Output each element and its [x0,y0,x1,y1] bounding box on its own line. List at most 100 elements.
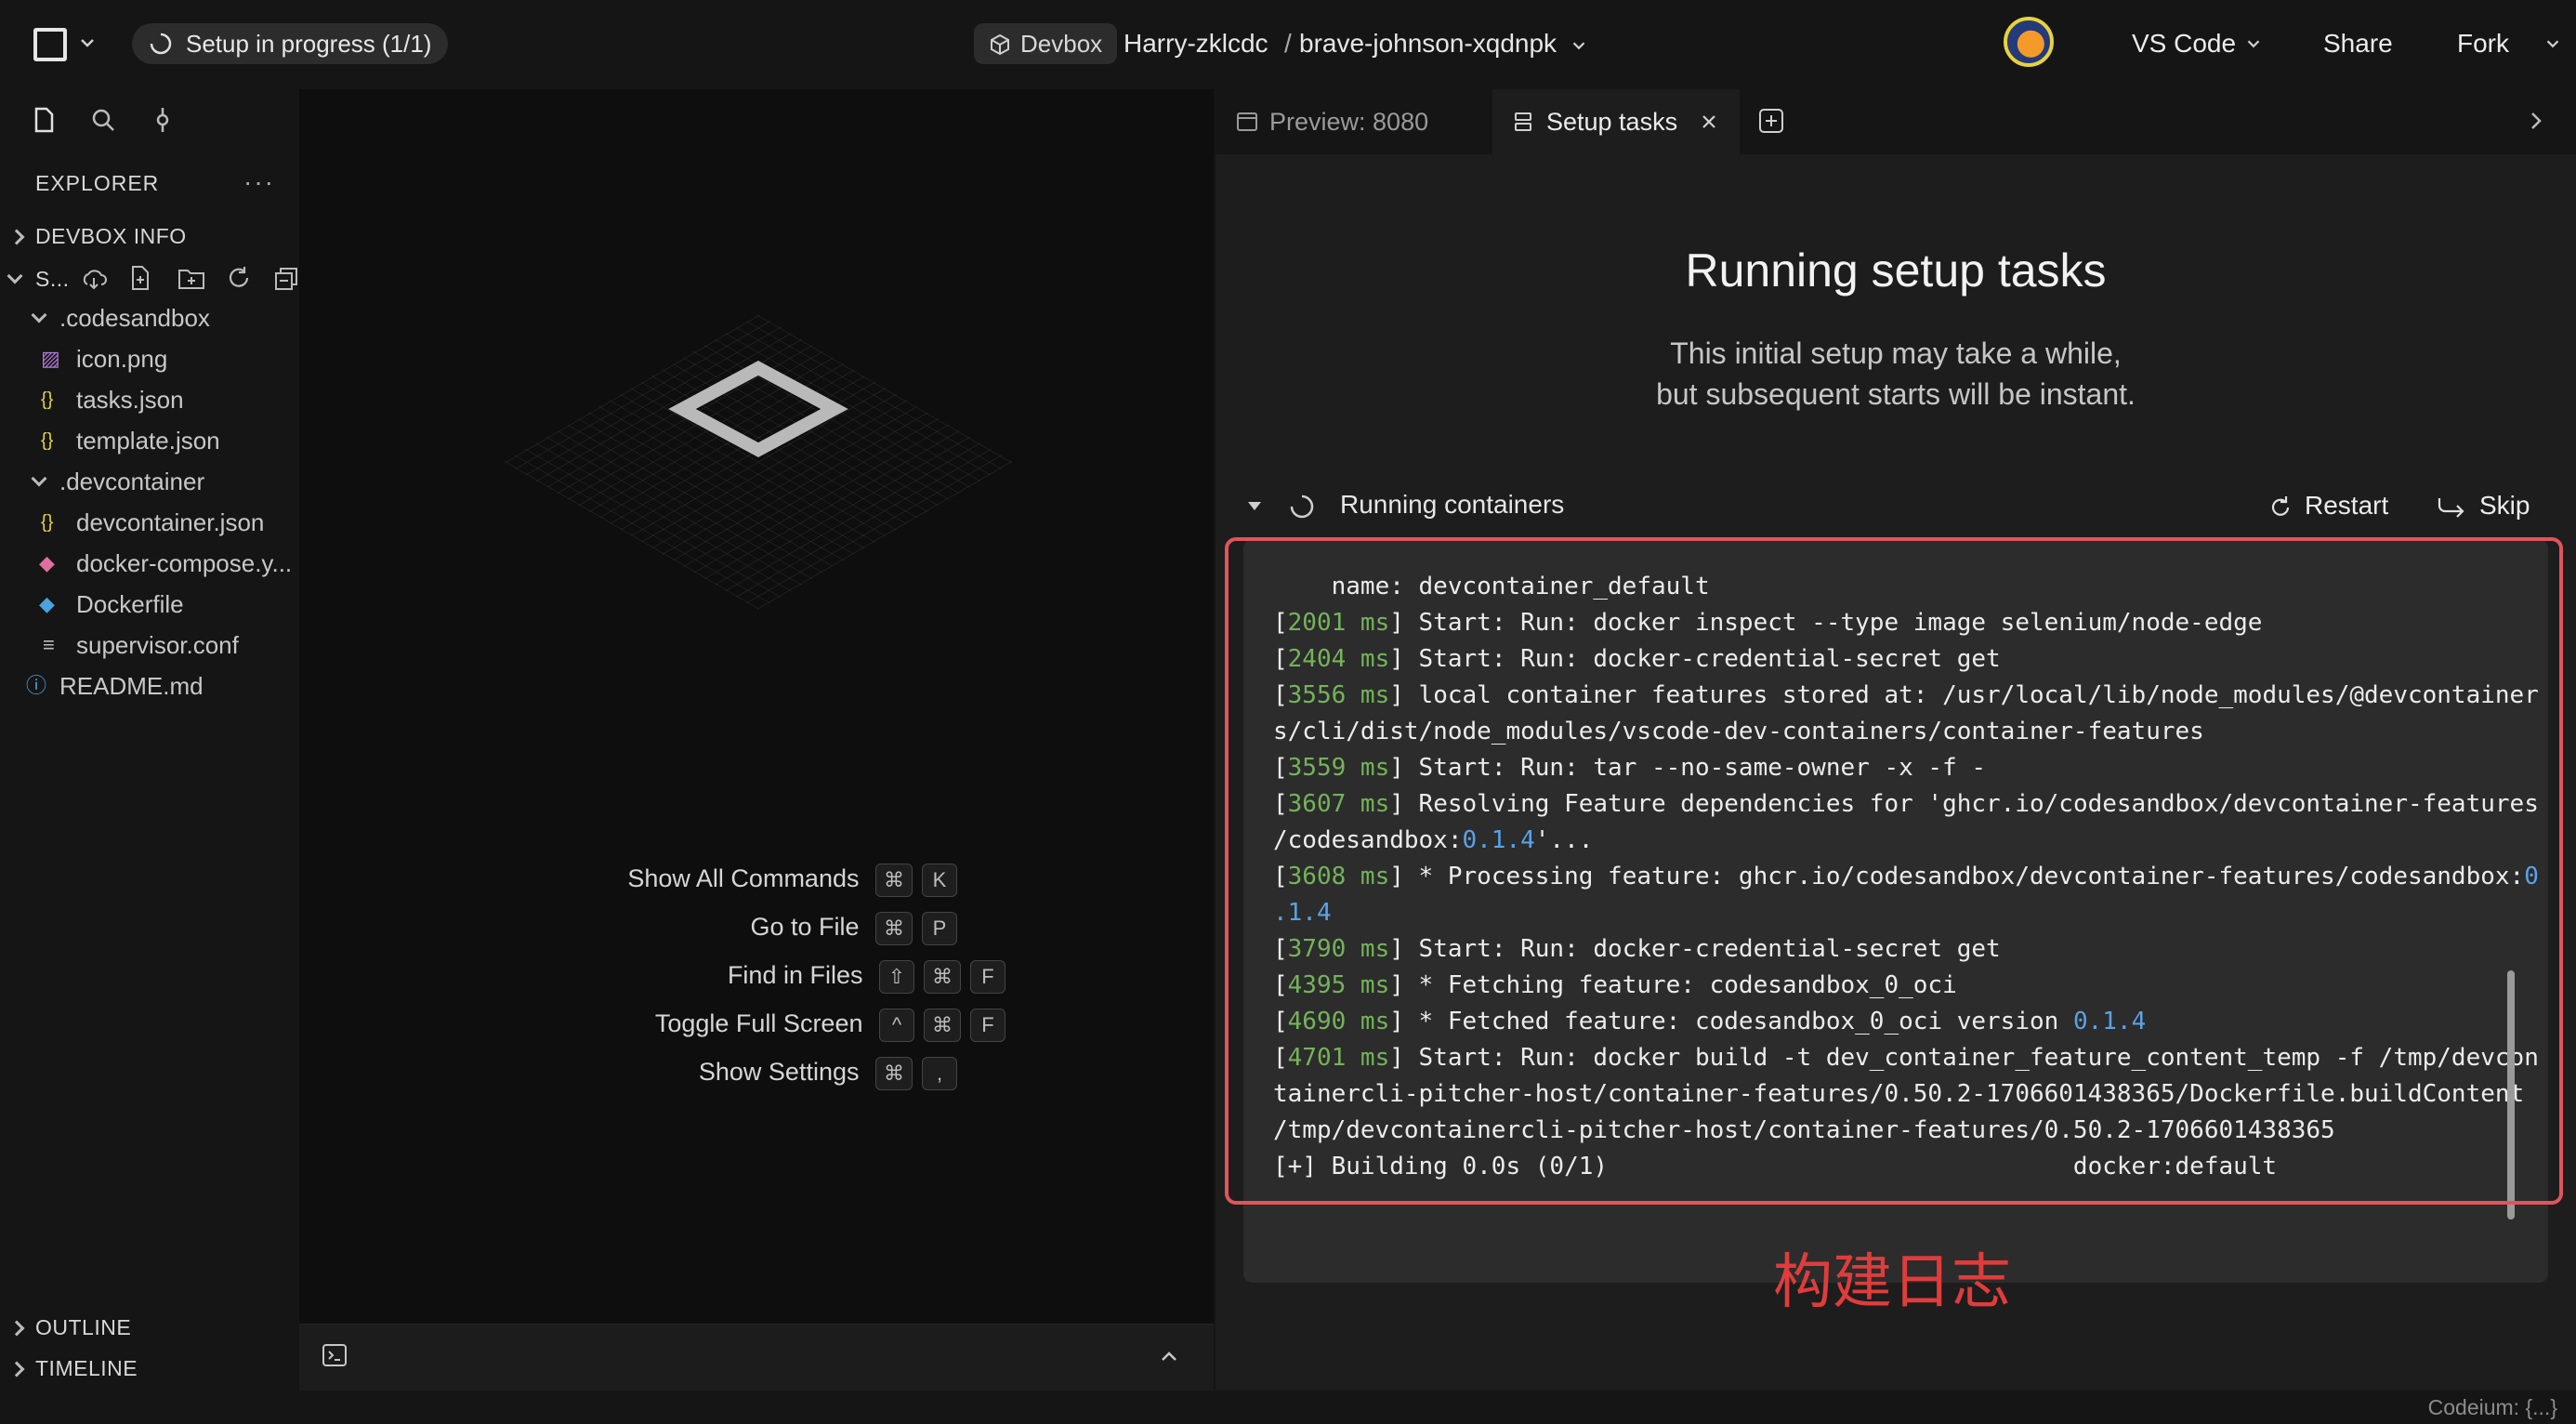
info-icon: ⓘ [26,674,47,697]
tree-file-devcontainer-json[interactable]: {} devcontainer.json [0,502,299,543]
share-button[interactable]: Share [2323,23,2393,64]
docker-icon: ◆ [39,592,55,615]
command-hint-toggle-full-screen[interactable]: Toggle Full Screen ^ ⌘ F [655,1005,1005,1042]
tree-file-dockerfile[interactable]: ◆ Dockerfile [0,584,299,625]
chevron-right-icon [8,1361,25,1378]
chevron-down-icon[interactable] [1569,35,1589,56]
collapse-all-icon[interactable] [273,266,299,292]
setup-description-line: This initial setup may take a while, [1670,336,2122,370]
chevron-right-icon[interactable] [2526,110,2546,132]
tree-file-tasks-json[interactable]: {} tasks.json [0,379,299,420]
status-codeium[interactable]: Codeium: {...} [2428,1395,2557,1420]
breadcrumb-owner[interactable]: Harry-zklcdc [1124,23,1268,64]
image-icon: ▨ [41,347,60,370]
setup-status-pill[interactable]: Setup in progress (1/1) [132,23,449,64]
key-cap: , [922,1056,957,1090]
avatar[interactable] [2004,17,2054,67]
tree-file-supervisor-conf[interactable]: ≡ supervisor.conf [0,625,299,666]
section-label: TIMELINE [35,1356,138,1380]
new-folder-icon[interactable] [177,264,206,292]
tab-label: Preview: 8080 [1269,108,1429,136]
task-name: Running containers [1340,490,1565,519]
tree-folder-devcontainer[interactable]: .devcontainer [0,461,299,502]
tree-item-label: icon.png [76,345,168,373]
command-label: Show All Commands [627,864,860,892]
chevron-down-icon [7,268,23,284]
build-log-annotation: 构建日志 [1773,1248,2011,1317]
key-cap: F [970,959,1005,994]
chevron-down-icon[interactable] [2543,33,2563,54]
tree-file-template-json[interactable]: {} template.json [0,420,299,461]
key-cap: ⇧ [879,959,914,994]
command-label: Toggle Full Screen [654,1009,863,1037]
editor-grid-logo [503,313,1014,611]
section-label: DEVBOX INFO [35,224,187,248]
tree-item-label: devcontainer.json [76,508,265,536]
tree-item-label: .devcontainer [59,468,205,495]
search-icon[interactable] [89,106,117,134]
key-cap: ⌘ [924,959,961,994]
fork-button[interactable]: Fork [2457,23,2509,64]
tab-label: Setup tasks [1546,108,1678,136]
editor-area [299,89,1214,1324]
skip-icon [2438,498,2464,518]
editor-select-button[interactable]: VS Code [2132,23,2236,64]
devbox-label: Devbox [1020,30,1103,58]
key-cap: F [970,1008,1005,1042]
browser-icon [1237,112,1257,131]
chevron-down-icon[interactable] [76,32,99,54]
tree-folder-codesandbox[interactable]: .codesandbox [0,297,299,338]
server-icon [1515,112,1531,131]
tab-preview[interactable]: Preview: 8080 [1216,89,1491,154]
tree-item-label: template.json [76,427,220,455]
cloud-download-icon[interactable] [80,266,108,292]
chevron-right-icon [8,229,25,245]
command-label: Find in Files [727,961,863,989]
close-icon[interactable] [1701,113,1717,130]
setup-description: This initial setup may take a while, but… [1216,333,2576,415]
tree-item-label: docker-compose.y... [76,549,293,577]
app-menu-icon[interactable] [33,28,67,61]
tree-item-label: supervisor.conf [76,631,239,659]
section-timeline[interactable]: TIMELINE [0,1348,299,1389]
key-cap: P [922,911,957,945]
section-label: OUTLINE [35,1315,132,1339]
command-label: Show Settings [698,1058,860,1086]
key-cap: ⌘ [924,1008,961,1042]
tree-file-icon-png[interactable]: ▨ icon.png [0,338,299,379]
key-cap: ^ [879,1008,914,1042]
tree-file-readme[interactable]: ⓘ README.md [0,666,299,706]
new-file-icon[interactable] [128,264,154,292]
command-hint-go-to-file[interactable]: Go to File ⌘ P [750,908,957,945]
restart-label: Restart [2305,491,2389,520]
command-hint-show-settings[interactable]: Show Settings ⌘, [699,1053,957,1090]
source-control-icon[interactable] [149,106,177,134]
more-icon[interactable]: ··· [243,167,275,197]
caret-down-icon[interactable] [1245,496,1264,515]
files-icon[interactable] [30,106,58,134]
chevron-up-icon[interactable] [1158,1346,1180,1368]
section-outline[interactable]: OUTLINE [0,1307,299,1348]
json-icon: {} [41,430,54,451]
command-label: Go to File [750,913,860,941]
command-hint-show-all[interactable]: Show All Commands ⌘ K [627,860,957,897]
setup-status-text: Setup in progress (1/1) [186,30,432,58]
key-cap: ⌘ [875,911,913,945]
command-hint-find-in-files[interactable]: Find in Files ⇧ ⌘ F [728,956,1005,994]
chevron-down-icon [31,470,47,487]
breadcrumb-project[interactable]: brave-johnson-xqdnpk [1299,23,1557,64]
chevron-down-icon[interactable] [2243,33,2264,54]
refresh-icon[interactable] [225,264,253,292]
add-tab-icon[interactable] [1758,108,1784,134]
key-cap: ⌘ [875,1056,913,1090]
json-icon: {} [41,389,54,410]
key-cap: K [922,863,957,897]
section-label: S... [35,267,70,291]
terminal-bar [299,1324,1214,1391]
tab-setup-tasks[interactable]: Setup tasks [1492,89,1740,154]
setup-description-line: but subsequent starts will be instant. [1656,377,2136,411]
terminal-icon[interactable] [322,1342,348,1368]
box-icon [991,33,1009,56]
section-devbox-info[interactable]: DEVBOX INFO [0,216,299,257]
tree-file-docker-compose[interactable]: ◆ docker-compose.y... [0,543,299,584]
